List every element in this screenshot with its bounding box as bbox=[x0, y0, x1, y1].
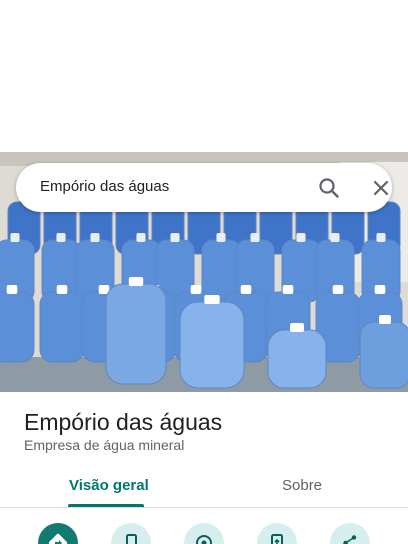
water-jug bbox=[0, 291, 35, 363]
search-icon[interactable] bbox=[316, 175, 342, 201]
place-title: Empório das águas bbox=[24, 409, 223, 435]
water-jug bbox=[179, 301, 245, 389]
tab-about[interactable]: Sobre bbox=[282, 477, 322, 494]
send-to-phone-icon bbox=[267, 523, 287, 544]
share-button[interactable] bbox=[330, 523, 370, 544]
search-query[interactable]: Empório das águas bbox=[40, 178, 169, 195]
search-bar[interactable]: Empório das águas bbox=[16, 163, 392, 212]
tab-divider bbox=[0, 507, 408, 508]
water-jug bbox=[359, 321, 408, 389]
nearby-icon bbox=[194, 523, 214, 544]
place-category: Empresa de água mineral bbox=[24, 437, 185, 453]
send-to-phone-button[interactable] bbox=[257, 523, 297, 544]
blank-area bbox=[0, 0, 408, 152]
call-button[interactable] bbox=[111, 523, 151, 544]
share-icon bbox=[340, 523, 360, 544]
water-jug bbox=[39, 291, 85, 363]
nearby-button[interactable] bbox=[184, 523, 224, 544]
directions-button[interactable] bbox=[38, 523, 78, 544]
directions-icon bbox=[48, 523, 68, 544]
water-jug bbox=[105, 283, 167, 385]
phone-icon bbox=[121, 523, 141, 544]
close-icon[interactable] bbox=[369, 176, 393, 200]
water-jug bbox=[267, 329, 327, 389]
tab-overview[interactable]: Visão geral bbox=[69, 477, 149, 494]
